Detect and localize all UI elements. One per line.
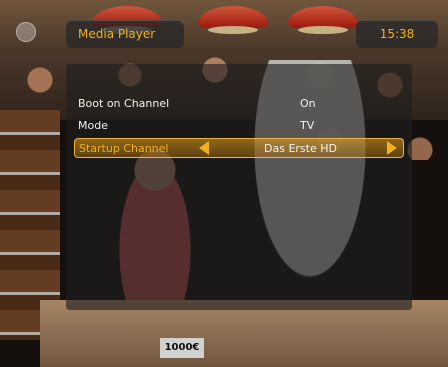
settings-panel: Boot on Channel On Mode TV Startup Chann… [66,64,412,310]
setting-value: TV [300,119,315,132]
setting-boot-on-channel[interactable]: Boot on Channel On [78,94,400,114]
page-title: Media Player [78,27,156,41]
setting-label: Boot on Channel [78,97,170,110]
setting-value: On [300,97,316,110]
logo-icon [16,22,36,42]
setting-startup-channel[interactable]: Startup Channel Das Erste HD [74,138,404,158]
arrow-left-icon[interactable] [199,141,209,155]
setting-label: Mode [78,119,108,132]
setting-label: Startup Channel [79,142,169,155]
arrow-right-icon[interactable] [387,141,397,155]
setting-mode[interactable]: Mode TV [78,116,400,136]
setting-value: Das Erste HD [264,142,337,155]
title-bar: Media Player [66,20,184,48]
clock-box: 15:38 [356,20,438,48]
clock-time: 15:38 [379,27,415,41]
